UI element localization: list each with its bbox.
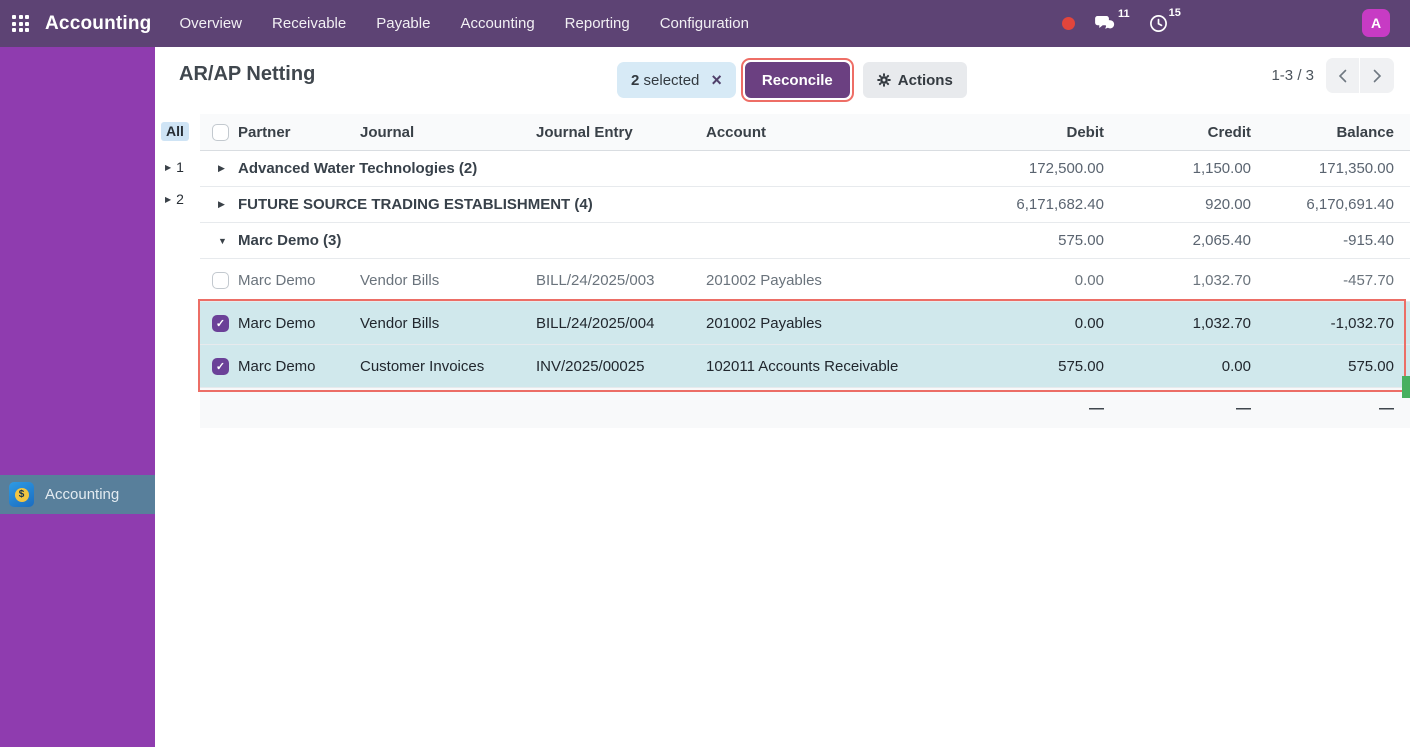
row-checkbox[interactable] [212, 315, 229, 332]
menu-payable[interactable]: Payable [376, 15, 430, 32]
main-content: AR/AP Netting 2 selected × Reconcile [155, 47, 1410, 747]
group-row[interactable]: ▶ Advanced Water Technologies (2) 172,50… [200, 151, 1410, 187]
group-row[interactable]: ▶ FUTURE SOURCE TRADING ESTABLISHMENT (4… [200, 187, 1410, 223]
table-row[interactable]: Marc Demo Vendor Bills BILL/24/2025/003 … [200, 259, 1410, 302]
row-checkbox[interactable] [212, 358, 229, 375]
group-row[interactable]: ▼ Marc Demo (3) 575.00 2,065.40 -915.40 [200, 223, 1410, 259]
column-balance[interactable]: Balance [1251, 124, 1394, 141]
main-menu: Overview Receivable Payable Accounting R… [180, 15, 749, 32]
actions-button[interactable]: Actions [863, 62, 967, 98]
reconcile-highlight-ring: Reconcile [741, 58, 854, 102]
chevron-left-icon [1338, 69, 1347, 83]
menu-configuration[interactable]: Configuration [660, 15, 749, 32]
gutter-group-marker-2: ▶ 2 [165, 191, 184, 207]
pager-previous-button[interactable] [1326, 58, 1360, 93]
recording-status-dot [1062, 17, 1075, 30]
control-panel-actions: 2 selected × Reconcile [617, 58, 967, 102]
sidebar-item-label: Accounting [45, 486, 119, 503]
gutter-group-marker-1: ▶ 1 [165, 159, 184, 175]
footer-credit-total: — [1104, 400, 1251, 417]
top-navbar: Accounting Overview Receivable Payable A… [0, 0, 1410, 47]
messages-icon[interactable]: 11 [1095, 15, 1129, 33]
selection-badge[interactable]: 2 selected × [617, 62, 736, 98]
pager: 1-3 / 3 [1271, 58, 1394, 93]
selection-text: 2 selected [631, 72, 699, 89]
column-debit[interactable]: Debit [996, 124, 1104, 141]
table-footer-row: — — — [200, 388, 1410, 428]
reconcile-button[interactable]: Reconcile [745, 62, 850, 98]
systray: 11 15 [1062, 0, 1180, 47]
group-caret-icon[interactable]: ▶ [200, 163, 238, 174]
caret-right-icon: ▶ [165, 195, 171, 204]
menu-reporting[interactable]: Reporting [565, 15, 630, 32]
app-brand[interactable]: Accounting [45, 13, 152, 35]
chevron-right-icon [1373, 69, 1382, 83]
pager-range: 1-3 / 3 [1271, 67, 1314, 84]
accounting-app-icon: $ [9, 482, 34, 507]
row-checkbox[interactable] [212, 272, 229, 289]
activities-clock-icon[interactable]: 15 [1149, 14, 1180, 33]
footer-balance-total: — [1251, 400, 1394, 417]
page-title: AR/AP Netting [179, 63, 315, 86]
left-sidebar: $ Accounting [0, 47, 155, 747]
activities-count-badge: 15 [1169, 7, 1181, 26]
caret-right-icon: ▶ [165, 163, 171, 172]
table-header-row: Partner Journal Journal Entry Account De… [200, 114, 1410, 151]
column-partner[interactable]: Partner [238, 124, 360, 141]
table-row[interactable]: Marc Demo Vendor Bills BILL/24/2025/004 … [200, 302, 1410, 345]
group-caret-icon[interactable]: ▼ [200, 236, 238, 246]
menu-overview[interactable]: Overview [180, 15, 243, 32]
sidebar-item-accounting[interactable]: $ Accounting [0, 475, 155, 514]
records-table: Partner Journal Journal Entry Account De… [200, 114, 1410, 428]
gear-icon [877, 73, 891, 87]
column-entry[interactable]: Journal Entry [536, 124, 706, 141]
column-journal[interactable]: Journal [360, 124, 536, 141]
apps-grid-icon[interactable] [12, 15, 29, 32]
actions-label: Actions [898, 72, 953, 89]
gutter-all-badge[interactable]: All [161, 122, 189, 141]
user-avatar[interactable]: A [1362, 9, 1390, 37]
messages-count-badge: 11 [1118, 8, 1130, 26]
column-credit[interactable]: Credit [1104, 124, 1251, 141]
group-caret-icon[interactable]: ▶ [200, 199, 238, 210]
column-account[interactable]: Account [706, 124, 996, 141]
footer-debit-total: — [996, 400, 1104, 417]
table-row[interactable]: Marc Demo Customer Invoices INV/2025/000… [200, 345, 1410, 388]
select-all-checkbox[interactable] [212, 124, 229, 141]
close-icon[interactable]: × [711, 71, 722, 89]
menu-receivable[interactable]: Receivable [272, 15, 346, 32]
pager-next-button[interactable] [1360, 58, 1394, 93]
menu-accounting[interactable]: Accounting [460, 15, 534, 32]
